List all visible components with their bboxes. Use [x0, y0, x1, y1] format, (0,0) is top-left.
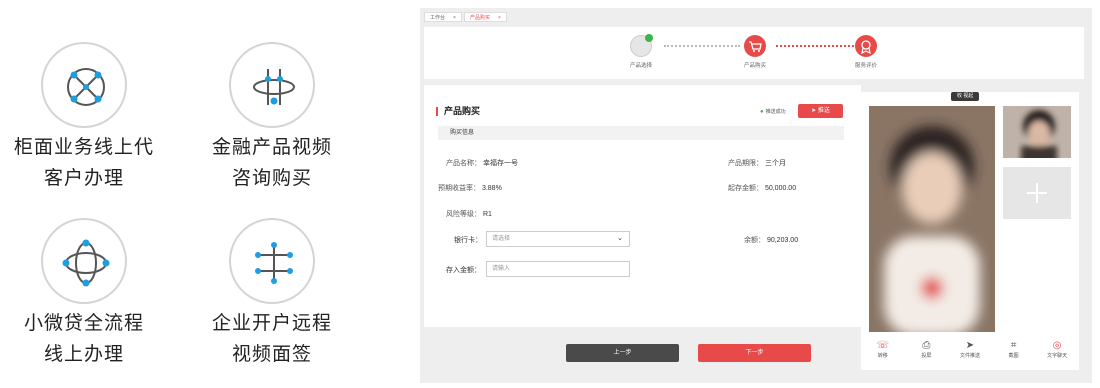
check-icon	[645, 34, 653, 42]
tab-workbench[interactable]: 工作台 ×	[424, 12, 462, 22]
feature-label-line1: 小微贷全流程	[23, 312, 144, 334]
field-label: 预期收益率：	[438, 185, 480, 192]
feature-label-line2: 视频面签	[231, 343, 312, 365]
close-icon[interactable]: ×	[498, 13, 501, 21]
network-x-icon	[41, 42, 127, 128]
chat-icon: ◎	[1052, 340, 1062, 351]
tool-label: 文字聊天	[1047, 353, 1068, 359]
tab-product-purchase[interactable]: 产品购买 ×	[463, 12, 507, 22]
feature-label-line1: 企业开户远程	[211, 312, 332, 334]
tab-label: 产品购买	[469, 15, 490, 21]
row-min-deposit: 起存金额： 50,000.00	[728, 183, 796, 193]
row-balance: 余额： 90,203.00	[744, 235, 798, 245]
deposit-amount-input[interactable]: 请输入	[486, 261, 630, 277]
award-icon	[855, 35, 877, 57]
deposit-label: 存入金额：	[446, 267, 481, 274]
tool-label: 转移	[877, 353, 888, 359]
send-icon: ➤	[965, 340, 975, 351]
row-risk: 风险等级： R1	[446, 209, 492, 219]
field-value: 90,203.00	[766, 237, 799, 244]
row-rate: 预期收益率： 3.88%	[438, 183, 502, 193]
row-product-name: 产品名称： 幸福存一号	[446, 158, 518, 168]
field-value: 50,000.00	[764, 185, 797, 192]
push-button[interactable]: ➤ 推送	[798, 104, 843, 118]
add-participant-button[interactable]	[1003, 167, 1071, 219]
field-label: 产品名称：	[446, 160, 481, 167]
hub-icon	[229, 218, 315, 304]
agent-video	[1003, 106, 1071, 158]
step-service-review: 服务评价	[836, 35, 896, 69]
transfer-button[interactable]: ☏ 转移	[863, 340, 903, 359]
purchase-card: 产品购买 推送成功 ➤ 推送 购买信息 产品名称： 幸福存一号 产品期限： 三个…	[424, 85, 861, 327]
push-success-status: 推送成功	[760, 108, 786, 115]
field-value: 三个月	[764, 160, 786, 167]
chevron-down-icon: ⌄	[617, 235, 623, 242]
field-label: 起存金额：	[728, 185, 763, 192]
feature-microloan: 小微贷全流程 线上办理	[0, 218, 174, 370]
cart-icon	[630, 34, 653, 57]
feature-counter-business: 柜面业务线上代 客户办理	[0, 42, 174, 194]
app-screenshot: 工作台 × 产品购买 × 产品选择 产品购买 服务评价 产品购买 ● 推送成功 …	[420, 8, 1092, 383]
tool-label: 文件推送	[959, 353, 980, 359]
screenshot-button[interactable]: ⌗ 截图	[994, 340, 1034, 359]
flower-network-icon	[41, 218, 127, 304]
bank-card-select[interactable]: 请选择 ⌄	[486, 231, 630, 247]
field-value: R1	[482, 211, 492, 218]
section-header: 购买信息	[438, 126, 844, 140]
feature-label-line2: 咨询购买	[231, 167, 312, 189]
feature-label-line1: 柜面业务线上代	[13, 136, 154, 158]
step-product-purchase: 产品购买	[725, 35, 785, 69]
cart-icon	[744, 35, 766, 57]
step-label: 产品购买	[743, 63, 766, 69]
tab-label: 工作台	[430, 15, 446, 21]
bank-card-label: 银行卡：	[454, 237, 482, 244]
feature-label-line1: 金融产品视频	[211, 136, 332, 158]
text-chat-button[interactable]: ◎ 文字聊天	[1037, 340, 1077, 359]
feature-enterprise-account: 企业开户远程 视频面签	[182, 218, 362, 370]
input-placeholder: 请输入	[492, 266, 511, 272]
step-label: 服务评价	[854, 63, 877, 69]
feature-label-line2: 线上办理	[43, 343, 124, 365]
row-term: 产品期限： 三个月	[728, 158, 786, 168]
crop-icon: ⌗	[1010, 340, 1017, 351]
video-toolbar: ☏ 转移 ⎙ 投屏 ➤ 文件推送 ⌗ 截图 ◎ 文字聊天	[861, 340, 1079, 359]
step-product-select: 产品选择	[611, 34, 671, 69]
feature-video-consult: 金融产品视频 咨询购买	[182, 42, 362, 194]
close-icon[interactable]: ×	[453, 13, 456, 21]
video-status-label: 收 视起	[951, 92, 980, 101]
field-label: 余额：	[744, 237, 765, 244]
orbit-icon	[229, 42, 315, 128]
tab-bar: 工作台 × 产品购买 ×	[424, 12, 507, 22]
select-placeholder: 请选择	[492, 236, 511, 242]
step-label: 产品选择	[629, 63, 652, 69]
video-panel: 收 视起 ☏ 转移 ⎙ 投屏 ➤ 文件推送 ⌗ 截图 ◎ 文字聊天	[861, 92, 1079, 370]
file-push-button[interactable]: ➤ 文件推送	[950, 340, 990, 359]
screen-cast-button[interactable]: ⎙ 投屏	[906, 340, 946, 359]
field-value: 3.88%	[481, 185, 502, 192]
prev-step-button[interactable]: 上一步	[566, 344, 679, 362]
screen-cast-icon: ⎙	[922, 340, 931, 351]
field-value: 幸福存一号	[482, 160, 518, 167]
push-label: 推送	[817, 108, 830, 114]
field-label: 风险等级：	[446, 211, 481, 218]
tool-label: 投屏	[921, 353, 932, 359]
field-label: 产品期限：	[728, 160, 763, 167]
card-title: 产品购买	[436, 107, 480, 116]
step-progress: 产品选择 产品购买 服务评价	[424, 27, 1084, 79]
tool-label: 截图	[1008, 353, 1019, 359]
customer-video	[869, 106, 995, 332]
phone-icon: ☏	[876, 340, 890, 351]
feature-label-line2: 客户办理	[43, 167, 124, 189]
next-step-button[interactable]: 下一步	[698, 344, 811, 362]
